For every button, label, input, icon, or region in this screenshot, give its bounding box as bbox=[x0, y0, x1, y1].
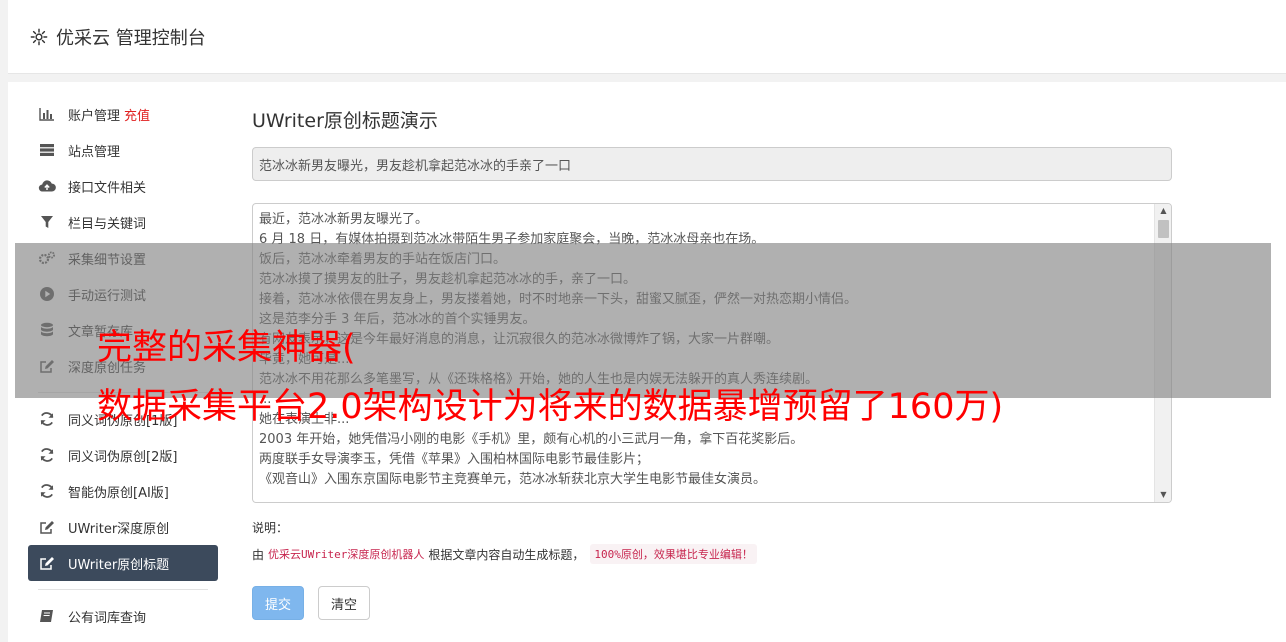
sidebar-item-label: 同义词伪原创[2版] bbox=[68, 449, 178, 465]
note-label: 说明： bbox=[252, 521, 289, 535]
button-row: 提交 清空 bbox=[252, 586, 1172, 620]
sidebar-item-label: 栏目与关键词 bbox=[68, 216, 147, 232]
content-line: 最近，范冰冰新男友曝光了。 bbox=[259, 212, 429, 227]
app-title: 优采云 管理控制台 bbox=[56, 28, 206, 49]
watermark-overlay bbox=[15, 243, 1271, 398]
scroll-up-icon[interactable]: ▲ bbox=[1155, 204, 1171, 218]
scroll-down-icon[interactable]: ▼ bbox=[1155, 488, 1171, 502]
server-icon bbox=[38, 142, 56, 158]
filter-icon bbox=[38, 214, 56, 230]
sidebar-item-label: 接口文件相关 bbox=[68, 180, 147, 196]
page-title: UWriter原创标题演示 bbox=[252, 110, 438, 132]
sidebar-item[interactable]: 接口文件相关 bbox=[28, 168, 218, 204]
sidebar-item[interactable]: UWriter原创标题 bbox=[28, 545, 218, 581]
bar-chart-icon bbox=[38, 106, 56, 122]
cloud-upload-icon bbox=[38, 178, 56, 194]
sidebar-item[interactable]: 公有词库查询 bbox=[28, 598, 218, 634]
sidebar-divider bbox=[38, 589, 208, 590]
content-line: 两度联手女导演李玉，凭借《苹果》入围柏林国际电影节最佳影片； bbox=[259, 452, 650, 467]
content-line: 《观音山》入围东京国际电影节主竞赛单元，范冰冰斩获北京大学生电影节最佳女演员。 bbox=[259, 472, 767, 487]
recharge-badge[interactable]: 充值 bbox=[124, 105, 150, 124]
sidebar-item-label: UWriter深度原创 bbox=[68, 521, 170, 537]
clear-button[interactable]: 清空 bbox=[318, 586, 371, 620]
note-badge: 100%原创，效果堪比专业编辑！ bbox=[590, 544, 757, 564]
refresh-icon bbox=[38, 411, 56, 427]
sidebar-item[interactable]: 同义词伪原创[2版] bbox=[28, 437, 218, 473]
sidebar-item-label: 公有词库查询 bbox=[68, 610, 147, 626]
sidebar-item-label: UWriter原创标题 bbox=[68, 557, 170, 573]
book-icon bbox=[38, 608, 56, 624]
sidebar-item-label: 账户管理 bbox=[68, 108, 121, 124]
scroll-thumb[interactable] bbox=[1158, 220, 1169, 238]
refresh-icon bbox=[38, 447, 56, 463]
refresh-icon bbox=[38, 483, 56, 499]
content-line: 2003 年开始，她凭借冯小刚的电影《手机》里，颇有心机的小三武月一角，拿下百花… bbox=[259, 432, 804, 447]
title-field[interactable]: 范冰冰新男友曝光，男友趁机拿起范冰冰的手亲了一口 bbox=[252, 147, 1172, 181]
sidebar-item[interactable]: UWriter深度原创 bbox=[28, 509, 218, 545]
brand[interactable]: 优采云 管理控制台 bbox=[30, 24, 206, 50]
sidebar-item[interactable]: 栏目与关键词 bbox=[28, 204, 218, 240]
sidebar-item-label: 站点管理 bbox=[68, 144, 121, 160]
top-bar: 优采云 管理控制台 bbox=[8, 0, 1286, 74]
watermark-line-2: 数据采集平台2.0架构设计为将来的数据暴增预留了160万) bbox=[97, 387, 1004, 427]
sidebar-item[interactable]: 账户管理 充值 bbox=[28, 96, 218, 132]
sidebar-item[interactable]: 智能伪原创[AI版] bbox=[28, 473, 218, 509]
submit-button[interactable]: 提交 bbox=[252, 586, 305, 620]
gear-icon bbox=[30, 28, 48, 46]
edit-icon bbox=[38, 555, 56, 571]
sidebar-item[interactable]: 站点管理 bbox=[28, 132, 218, 168]
note-middle: 根据文章内容自动生成标题， bbox=[428, 547, 585, 562]
edit-icon bbox=[38, 519, 56, 535]
sidebar-item-label: 智能伪原创[AI版] bbox=[68, 485, 169, 501]
note-text: 由 优采云UWriter深度原创机器人 根据文章内容自动生成标题， 100%原创… bbox=[252, 544, 1172, 564]
note-prefix: 由 bbox=[252, 547, 265, 562]
watermark-line-1: 完整的采集神器( bbox=[97, 328, 356, 368]
note-code: 优采云UWriter深度原创机器人 bbox=[268, 548, 425, 561]
